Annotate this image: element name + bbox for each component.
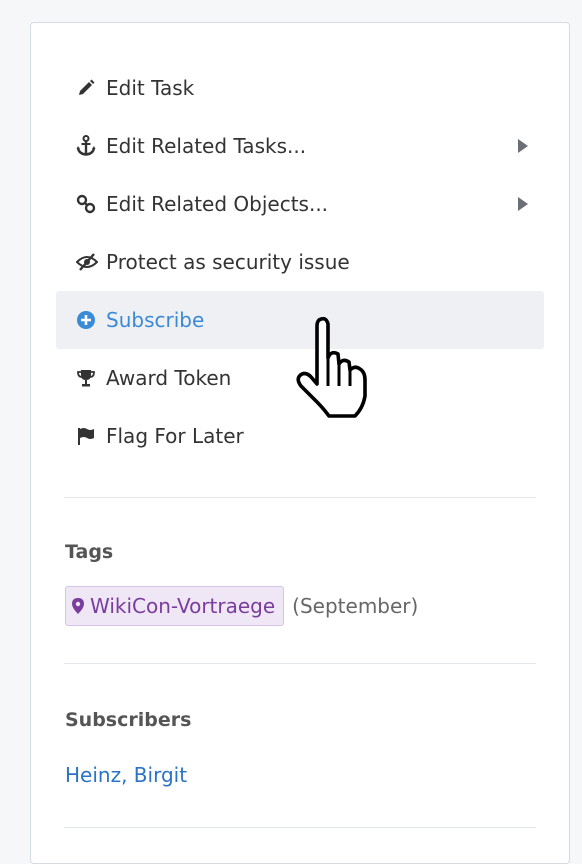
menu-item-label: Edit Related Objects... <box>106 192 329 216</box>
menu-item-label: Flag For Later <box>106 424 244 448</box>
project-tag-note: (September) <box>292 594 419 618</box>
menu-item-protect-security[interactable]: Protect as security issue <box>56 233 544 291</box>
map-pin-icon <box>72 598 84 614</box>
menu-item-edit-task[interactable]: Edit Task <box>56 59 544 117</box>
menu-item-edit-related-tasks[interactable]: Edit Related Tasks... <box>56 117 544 175</box>
subscriber-link[interactable]: Heinz <box>65 763 121 787</box>
subscriber-link[interactable]: Birgit <box>134 763 187 787</box>
tags-row: WikiCon-Vortraege (September) <box>65 586 418 626</box>
project-tag-label: WikiCon-Vortraege <box>90 594 276 618</box>
project-tag[interactable]: WikiCon-Vortraege <box>65 586 285 626</box>
subscriber-separator: , <box>121 763 134 787</box>
hand-pointer-icon <box>293 316 379 424</box>
divider <box>64 827 536 828</box>
divider <box>64 497 536 498</box>
subscribers-list: Heinz, Birgit <box>65 763 187 787</box>
menu-item-label: Edit Task <box>106 76 195 100</box>
tags-heading: Tags <box>65 541 114 563</box>
menu-item-label: Protect as security issue <box>106 250 350 274</box>
divider <box>64 663 536 664</box>
menu-item-label: Award Token <box>106 366 232 390</box>
submenu-arrow-icon <box>518 139 528 153</box>
menu-item-edit-related-objects[interactable]: Edit Related Objects... <box>56 175 544 233</box>
subscribers-heading: Subscribers <box>65 709 192 731</box>
actions-panel: Edit Task Edit Related Tasks... Edit Rel… <box>30 22 570 864</box>
submenu-arrow-icon <box>518 197 528 211</box>
menu-item-label: Subscribe <box>106 308 205 332</box>
menu-item-label: Edit Related Tasks... <box>106 134 307 158</box>
